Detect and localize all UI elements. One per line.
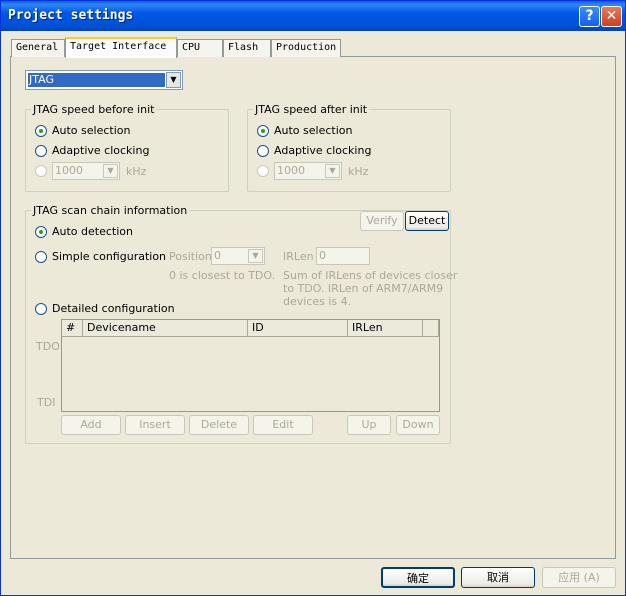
window-title: Project settings — [8, 8, 134, 23]
detect-button[interactable]: Detect — [405, 211, 449, 231]
tab-target-interface[interactable]: Target Interface — [65, 37, 177, 58]
auto-detection-label: Auto detection — [52, 225, 133, 238]
column-devicename-header[interactable]: Devicename — [83, 320, 248, 337]
speed-before-fixed-radio[interactable] — [35, 165, 47, 177]
speed-after-adaptive-label: Adaptive clocking — [274, 144, 372, 157]
speed-after-unit: kHz — [348, 165, 369, 178]
speed-before-adaptive-radio[interactable] — [35, 145, 47, 157]
position-combo[interactable]: 0 ▼ — [211, 247, 265, 265]
column-index-header[interactable]: # — [62, 320, 83, 337]
title-bar[interactable]: Project settings ? ✕ — [1, 1, 625, 31]
detailed-configuration-label: Detailed configuration — [52, 302, 175, 315]
speed-after-fixed-radio[interactable] — [257, 165, 269, 177]
speed-after-auto-label: Auto selection — [274, 124, 353, 137]
tab-general[interactable]: General — [11, 39, 65, 57]
column-irlen-header[interactable]: IRLen — [348, 320, 423, 337]
add-button[interactable]: Add — [61, 415, 121, 435]
tab-flash[interactable]: Flash — [223, 39, 271, 57]
down-button[interactable]: Down — [396, 415, 440, 435]
apply-button[interactable]: 应用 (A) — [542, 567, 616, 588]
project-settings-window: Project settings ? ✕ General Target Inte… — [0, 0, 626, 596]
position-label: Position — [169, 250, 212, 263]
help-icon[interactable]: ? — [579, 6, 600, 27]
simple-configuration-radio[interactable] — [35, 251, 47, 263]
tdi-label: TDI — [37, 396, 56, 409]
device-list[interactable]: # Devicename ID IRLen — [61, 319, 440, 412]
speed-after-value: 1000 — [277, 164, 305, 177]
interface-select[interactable]: JTAG ▼ — [25, 70, 183, 90]
chevron-down-icon[interactable]: ▼ — [166, 72, 181, 88]
speed-after-auto-radio[interactable] — [257, 125, 269, 137]
ok-button[interactable]: 确定 — [381, 567, 455, 588]
speed-before-auto-label: Auto selection — [52, 124, 131, 137]
column-id-header[interactable]: ID — [248, 320, 348, 337]
insert-button[interactable]: Insert — [125, 415, 185, 435]
column-filler-header — [423, 320, 439, 337]
cancel-button[interactable]: 取消 — [461, 567, 535, 588]
position-note: 0 is closest to TDO. — [169, 269, 276, 282]
delete-button[interactable]: Delete — [189, 415, 249, 435]
position-value: 0 — [214, 249, 221, 262]
irlen-note-line1: Sum of IRLens of devices closer — [283, 269, 458, 282]
chevron-down-icon: ▼ — [248, 249, 263, 263]
speed-before-unit: kHz — [126, 165, 147, 178]
verify-button[interactable]: Verify — [360, 211, 404, 231]
chevron-down-icon: ▼ — [103, 164, 118, 178]
simple-configuration-label: Simple configuration — [52, 250, 167, 263]
speed-before-value: 1000 — [55, 164, 83, 177]
scan-chain-title: JTAG scan chain information — [31, 204, 190, 217]
chevron-down-icon: ▼ — [325, 164, 340, 178]
detailed-configuration-radio[interactable] — [35, 303, 47, 315]
auto-detection-radio[interactable] — [35, 226, 47, 238]
speed-after-combo[interactable]: 1000 ▼ — [274, 162, 342, 180]
speed-after-title: JTAG speed after init — [253, 103, 370, 116]
speed-before-combo[interactable]: 1000 ▼ — [52, 162, 120, 180]
irlen-label: IRLen — [283, 250, 314, 263]
speed-before-auto-radio[interactable] — [35, 125, 47, 137]
irlen-note-line2: to TDO. IRLen of ARM7/ARM9 — [283, 282, 444, 295]
up-button[interactable]: Up — [347, 415, 391, 435]
speed-before-title: JTAG speed before init — [31, 103, 157, 116]
tab-cpu[interactable]: CPU — [177, 39, 223, 57]
edit-button[interactable]: Edit — [253, 415, 313, 435]
speed-after-adaptive-radio[interactable] — [257, 145, 269, 157]
tdo-label: TDO — [36, 340, 60, 353]
irlen-note-line3: devices is 4. — [283, 295, 352, 308]
tab-production[interactable]: Production — [271, 39, 341, 57]
speed-before-adaptive-label: Adaptive clocking — [52, 144, 150, 157]
interface-select-value: JTAG — [28, 73, 165, 87]
irlen-input[interactable]: 0 — [316, 247, 370, 265]
close-icon[interactable]: ✕ — [601, 6, 622, 27]
